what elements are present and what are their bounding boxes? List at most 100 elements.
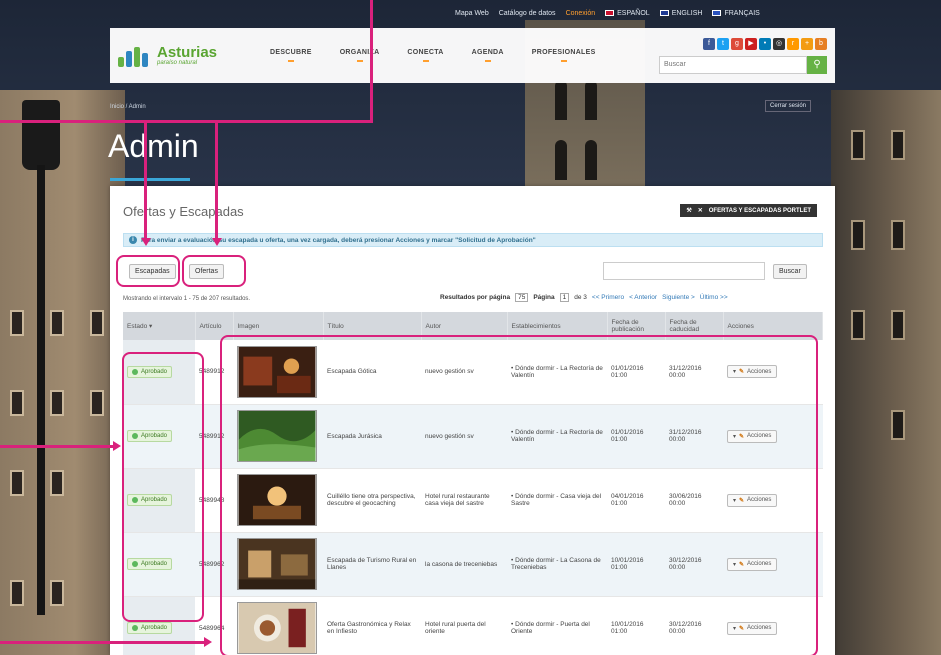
logo-mark-icon <box>118 45 152 67</box>
page-select[interactable]: 1 <box>559 293 570 302</box>
col-articulo[interactable]: Artículo <box>195 312 234 340</box>
share-icon[interactable]: + <box>801 37 813 50</box>
topbar-link-conexion[interactable]: Conexión <box>566 10 596 17</box>
window <box>891 130 905 160</box>
page-title: Admin <box>108 128 199 164</box>
language-fr[interactable]: FRANÇAIS <box>712 10 760 17</box>
breadcrumb[interactable]: Inicio / Admin <box>110 104 146 110</box>
establishment-link[interactable]: • Dónde dormir - Casa vieja del Sastre <box>507 468 607 533</box>
actions-button[interactable]: ▾ ✎ Acciones <box>727 557 778 571</box>
thumbnail-image[interactable] <box>237 538 317 590</box>
check-icon <box>132 561 138 567</box>
nav-organiza[interactable]: ORGANIZA <box>340 49 380 62</box>
filter-input[interactable] <box>603 262 765 280</box>
status-badge: Aprobado <box>127 430 173 442</box>
logo-title: Asturias <box>157 44 218 61</box>
actions-button[interactable]: ▾ ✎ Acciones <box>727 429 778 443</box>
nav-conecta[interactable]: CONECTA <box>407 49 443 62</box>
filter-search-button[interactable]: Buscar <box>773 264 807 279</box>
per-page-select[interactable]: 75 <box>515 293 529 302</box>
title-cell[interactable]: Cuilléllo tiene otra perspectiva, descub… <box>323 468 421 533</box>
thumbnail-image[interactable] <box>237 474 317 526</box>
next-page-link[interactable]: Siguiente > <box>662 294 695 301</box>
col-imagen[interactable]: Imagen <box>233 312 324 340</box>
topbar-link-mapa[interactable]: Mapa Web <box>455 10 489 17</box>
col-autor[interactable]: Autor <box>421 312 508 340</box>
actions-button[interactable]: ▾ ✎ Acciones <box>727 493 778 507</box>
nav-agenda[interactable]: AGENDA <box>472 49 504 62</box>
blog-icon[interactable]: b <box>815 37 827 50</box>
establishment-link[interactable]: • Dónde dormir - La Casona de Trecenieba… <box>507 532 607 597</box>
ofertas-button[interactable]: Ofertas <box>189 264 224 279</box>
status-badge: Aprobado <box>127 558 173 570</box>
tower-window <box>555 140 567 180</box>
title-cell[interactable]: Escapada Gótica <box>323 340 421 405</box>
article-id: 5489948 <box>195 468 233 533</box>
table-header-row: Estado ▾ Artículo Imagen Título Autor Es… <box>123 312 823 340</box>
publish-date: 01/01/2016 01:00 <box>607 404 665 469</box>
pencil-icon: ✎ <box>739 369 745 376</box>
check-icon <box>132 625 138 631</box>
col-establecimientos[interactable]: Establecimientos <box>507 312 608 340</box>
portlet-toolbar[interactable]: ⚒ ✕ OFERTAS Y ESCAPADAS PORTLET <box>680 204 817 217</box>
window <box>50 580 64 606</box>
logout-link[interactable]: Cerrar sesión <box>765 100 812 112</box>
establishment-link[interactable]: • Dónde dormir - Puerta del Oriente <box>507 596 607 655</box>
thumbnail-image[interactable] <box>237 602 317 654</box>
window <box>851 130 865 160</box>
thumbnail-image[interactable] <box>237 345 317 398</box>
title-cell[interactable]: Oferta Gastronómica y Relax en Infiesto <box>323 596 421 655</box>
actions-button[interactable]: ▾ ✎ Acciones <box>727 365 778 379</box>
google-plus-icon[interactable]: g <box>731 37 743 50</box>
main-nav: DESCUBRE ORGANIZA CONECTA AGENDA PROFESI… <box>270 49 596 62</box>
expiry-date: 30/06/2016 00:00 <box>665 468 723 533</box>
flickr-icon[interactable]: • <box>759 37 771 50</box>
status-badge: Aprobado <box>127 365 173 378</box>
col-titulo[interactable]: Título <box>323 312 422 340</box>
language-es[interactable]: ESPAÑOL <box>605 10 650 17</box>
col-estado[interactable]: Estado ▾ <box>123 312 196 340</box>
publish-date: 04/01/2016 01:00 <box>607 468 665 533</box>
twitter-icon[interactable]: t <box>717 37 729 50</box>
table-row: Aprobado 5489962 Escapada de Turismo Rur… <box>123 532 823 597</box>
info-icon: i <box>129 236 137 244</box>
col-fecha-caducidad[interactable]: Fecha de caducidad <box>665 312 724 340</box>
street-lamp <box>22 100 60 170</box>
publish-date: 10/01/2016 01:00 <box>607 596 665 655</box>
topbar-link-catalogo[interactable]: Catálogo de datos <box>499 10 556 17</box>
youtube-icon[interactable]: ▶ <box>745 37 757 50</box>
establishment-link[interactable]: • Dónde dormir - La Rectoría de Valentín <box>507 404 607 469</box>
language-en[interactable]: ENGLISH <box>659 10 702 17</box>
last-page-link[interactable]: Último >> <box>700 294 728 301</box>
site-logo[interactable]: Asturias paraíso natural <box>118 45 238 67</box>
pencil-icon: ✎ <box>739 625 745 632</box>
wrench-icon[interactable]: ⚒ <box>686 207 691 214</box>
flag-icon <box>659 10 669 16</box>
expiry-date: 31/12/2016 00:00 <box>665 340 723 405</box>
author-cell: nuevo gestión sv <box>421 404 507 469</box>
search-icon[interactable]: ⚲ <box>807 55 827 74</box>
col-fecha-publicacion[interactable]: Fecha de publicación <box>607 312 666 340</box>
table-row: Aprobado 5489912 Escapada Jurásica nuevo… <box>123 404 823 469</box>
title-cell[interactable]: Escapada de Turismo Rural en Llanes <box>323 532 421 597</box>
flag-icon <box>605 10 615 16</box>
tower-window <box>555 80 567 120</box>
title-cell[interactable]: Escapada Jurásica <box>323 404 421 469</box>
nav-descubre[interactable]: DESCUBRE <box>270 49 312 62</box>
street-lamp-post <box>37 165 45 615</box>
first-page-link[interactable]: << Primero <box>592 294 624 301</box>
actions-button[interactable]: ▾ ✎ Acciones <box>727 621 778 635</box>
publish-date: 10/01/2016 01:00 <box>607 532 665 597</box>
background-building-right <box>831 90 941 655</box>
rss-icon[interactable]: r <box>787 37 799 50</box>
establishment-link[interactable]: • Dónde dormir - La Rectoría de Valentín <box>507 340 607 405</box>
close-icon[interactable]: ✕ <box>698 207 703 214</box>
nav-profesionales[interactable]: PROFESIONALES <box>532 49 596 62</box>
thumbnail-image[interactable] <box>237 410 317 462</box>
instagram-icon[interactable]: ◎ <box>773 37 785 50</box>
facebook-icon[interactable]: f <box>703 37 715 50</box>
search-input[interactable] <box>659 55 807 74</box>
prev-page-link[interactable]: < Anterior <box>629 294 657 301</box>
table-row: Aprobado 5489948 Cuilléllo tiene otra pe… <box>123 468 823 533</box>
escapadas-button[interactable]: Escapadas <box>129 264 176 279</box>
